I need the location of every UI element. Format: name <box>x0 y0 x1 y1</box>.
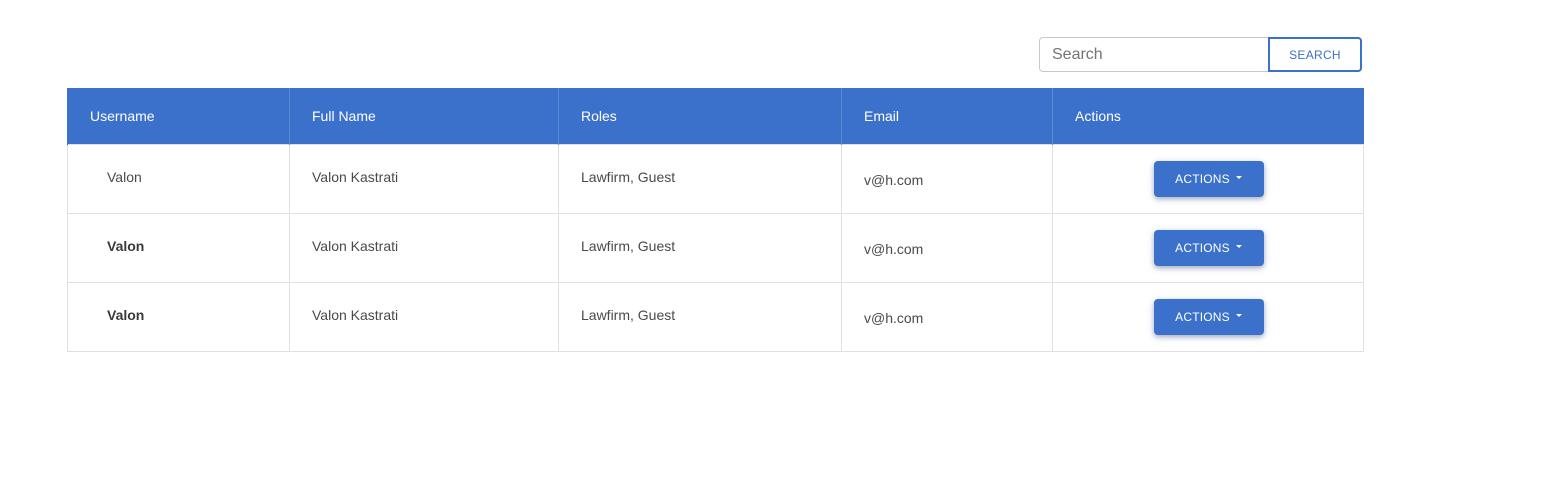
actions-dropdown-button[interactable]: ACTIONS <box>1153 160 1264 197</box>
full-name-cell: Valon Kastrati <box>289 212 559 283</box>
users-table: Username Full Name Roles Email Actions V… <box>67 88 1364 352</box>
column-header-email: Email <box>841 88 1053 144</box>
actions-dropdown-button[interactable]: ACTIONS <box>1153 298 1264 335</box>
roles-cell: Lawfirm, Guest <box>558 281 842 352</box>
users-page: SEARCH Username Full Name Roles Email Ac… <box>0 0 1554 501</box>
search-bar: SEARCH <box>1039 37 1362 72</box>
actions-cell: ACTIONS <box>1052 143 1364 214</box>
search-button[interactable]: SEARCH <box>1268 37 1362 72</box>
actions-button-label: ACTIONS <box>1175 171 1230 186</box>
username-cell: Valon <box>67 143 290 214</box>
roles-cell: Lawfirm, Guest <box>558 212 842 283</box>
full-name-cell: Valon Kastrati <box>289 281 559 352</box>
username-cell: Valon <box>67 212 290 283</box>
actions-button-label: ACTIONS <box>1175 240 1230 255</box>
column-header-full-name: Full Name <box>289 88 559 144</box>
column-header-roles: Roles <box>558 88 842 144</box>
actions-cell: ACTIONS <box>1052 212 1364 283</box>
email-cell: v@h.com <box>841 212 1053 283</box>
column-header-actions: Actions <box>1052 88 1364 144</box>
table-header: Username Full Name Roles Email Actions <box>67 88 1364 144</box>
caret-down-icon <box>1235 245 1242 248</box>
caret-down-icon <box>1235 176 1242 179</box>
table-row: Valon Valon Kastrati Lawfirm, Guest v@h.… <box>67 143 1364 214</box>
caret-down-icon <box>1235 314 1242 317</box>
email-cell: v@h.com <box>841 281 1053 352</box>
roles-cell: Lawfirm, Guest <box>558 143 842 214</box>
actions-cell: ACTIONS <box>1052 281 1364 352</box>
username-cell: Valon <box>67 281 290 352</box>
email-cell: v@h.com <box>841 143 1053 214</box>
column-header-username: Username <box>67 88 290 144</box>
actions-button-label: ACTIONS <box>1175 309 1230 324</box>
table-row: Valon Valon Kastrati Lawfirm, Guest v@h.… <box>67 212 1364 283</box>
full-name-cell: Valon Kastrati <box>289 143 559 214</box>
table-row: Valon Valon Kastrati Lawfirm, Guest v@h.… <box>67 281 1364 352</box>
actions-dropdown-button[interactable]: ACTIONS <box>1153 229 1264 266</box>
search-input[interactable] <box>1039 37 1269 72</box>
